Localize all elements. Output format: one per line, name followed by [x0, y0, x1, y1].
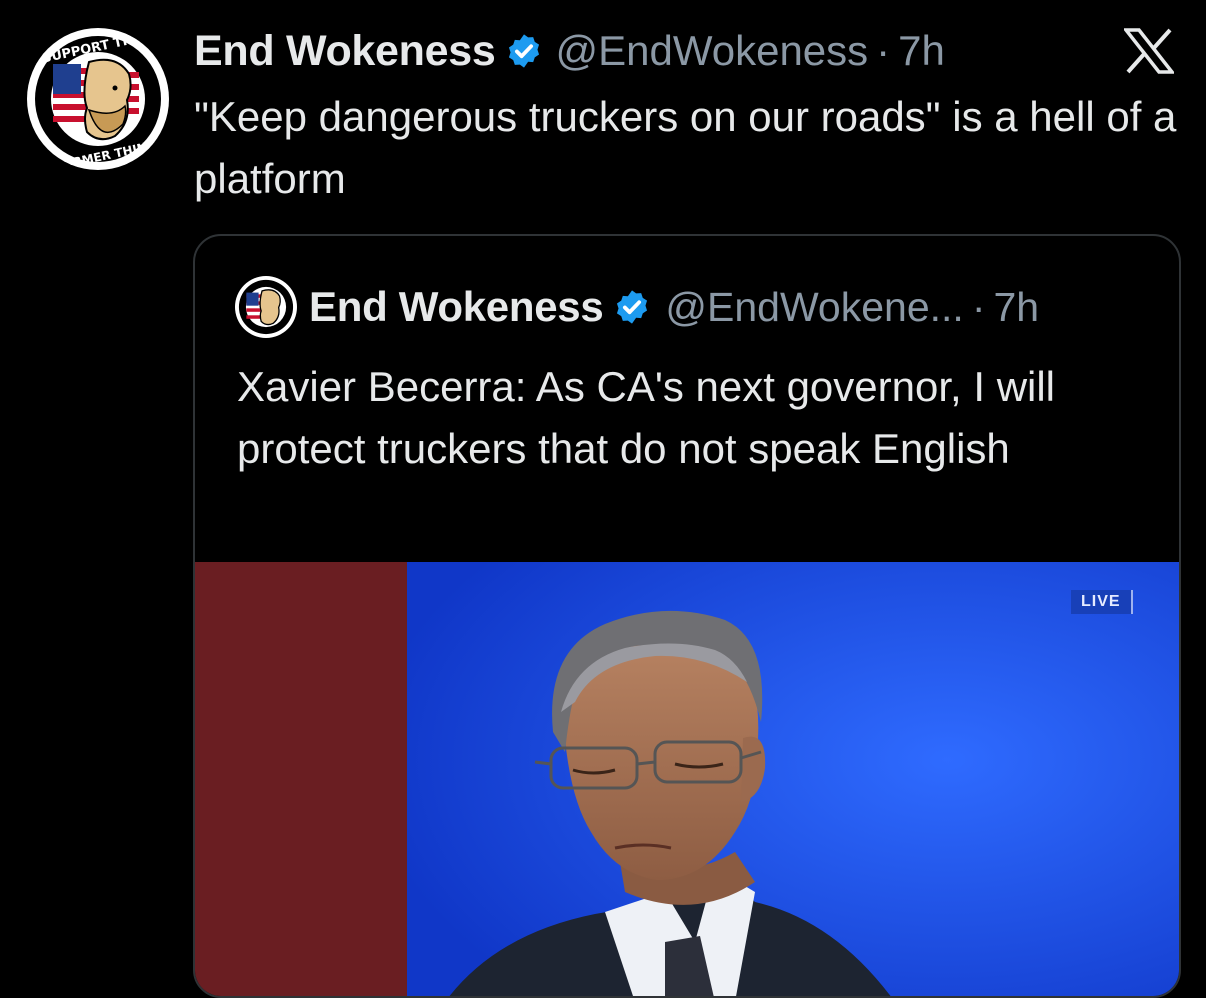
video-frame-image — [195, 562, 1179, 996]
quoted-tweet-video[interactable]: LIVE — [195, 562, 1179, 996]
author-handle[interactable]: @EndWokeness — [555, 27, 868, 75]
verified-badge-icon — [617, 290, 648, 324]
quoted-tweet-card[interactable]: End Wokeness @EndWokene... · 7h Xavier B… — [193, 234, 1181, 998]
quoted-author-name[interactable]: End Wokeness — [309, 283, 604, 331]
quoted-tweet-header: End Wokeness @EndWokene... · 7h — [235, 276, 1039, 338]
tweet-text: "Keep dangerous truckers on our roads" i… — [194, 93, 1177, 202]
quoted-author-avatar[interactable] — [235, 276, 297, 338]
tweet-header: End Wokeness @EndWokeness · 7h — [194, 26, 945, 76]
quoted-author-handle[interactable]: @EndWokene... — [665, 284, 963, 331]
separator-dot: · — [876, 27, 891, 74]
tweet-time[interactable]: 7h — [898, 27, 945, 75]
author-name[interactable]: End Wokeness — [194, 27, 496, 76]
live-badge: LIVE — [1071, 590, 1133, 614]
verified-badge-icon — [509, 34, 540, 68]
i-support-the-former-things-logo-icon: I SUPPORT THE FORMER THINGS — [29, 30, 167, 170]
quoted-tweet-time[interactable]: 7h — [993, 284, 1039, 331]
author-avatar[interactable]: I SUPPORT THE FORMER THINGS — [27, 28, 169, 170]
separator-dot: · — [971, 283, 986, 330]
quoted-tweet-text: Xavier Becerra: As CA's next governor, I… — [237, 363, 1056, 472]
x-logo-icon — [1124, 28, 1174, 74]
i-support-the-former-things-logo-icon — [235, 276, 297, 338]
